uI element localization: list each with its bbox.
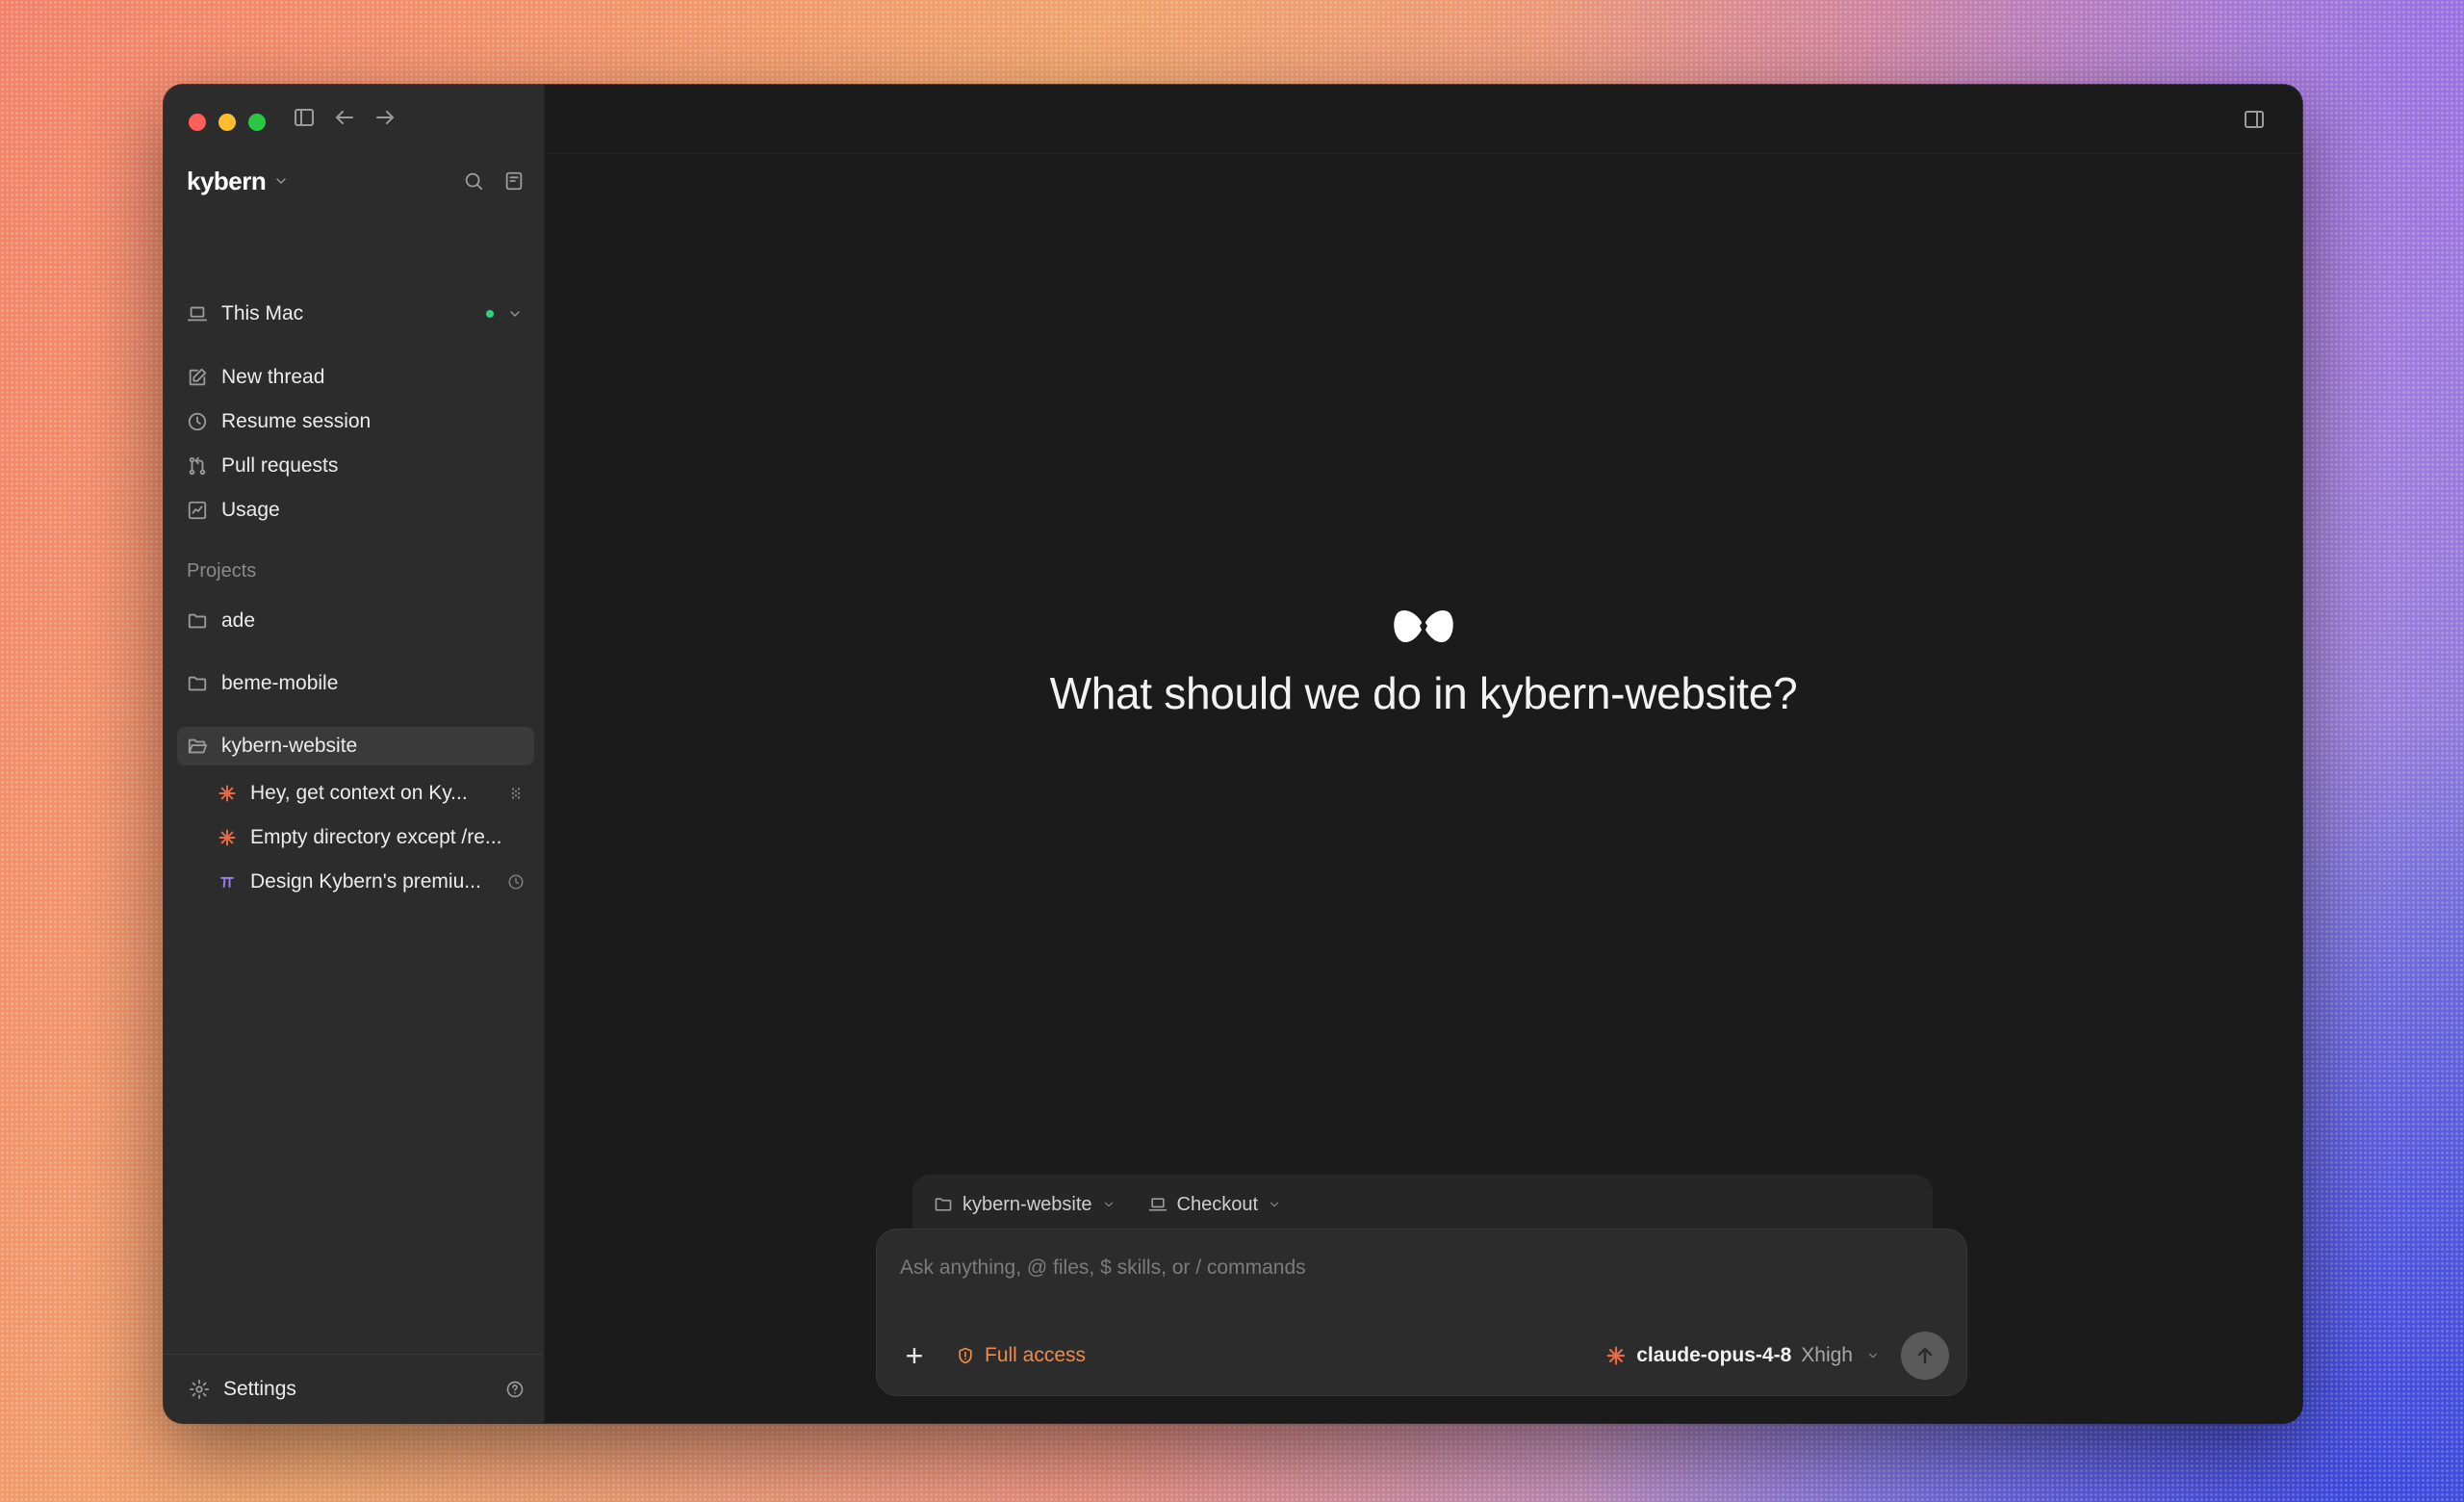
zoom-window-button[interactable] <box>248 114 266 131</box>
edit-icon <box>187 367 208 388</box>
nav-pull-requests[interactable]: Pull requests <box>187 444 523 488</box>
folder-icon <box>187 673 208 694</box>
workspace-switcher[interactable]: kybern <box>187 162 525 200</box>
chevron-down-icon <box>273 173 289 189</box>
settings-button[interactable]: Settings <box>164 1354 544 1423</box>
composer: + Full access claude-opus-4-8 Xhigh <box>876 1229 1967 1396</box>
search-icon[interactable] <box>463 170 484 192</box>
right-panel-toggle-icon[interactable] <box>2243 108 2266 131</box>
back-arrow-icon[interactable] <box>333 106 356 129</box>
gear-icon <box>189 1379 210 1400</box>
nav-label: Usage <box>221 499 280 521</box>
hero-title: What should we do in kybern-website? <box>1049 668 1798 718</box>
nav-label: Resume session <box>221 410 372 432</box>
main-panel: What should we do in kybern-website? kyb… <box>545 85 2302 1423</box>
kybern-logo-icon <box>1392 605 1455 652</box>
folder-icon <box>934 1195 953 1214</box>
folder-icon <box>187 610 208 632</box>
machine-selector[interactable]: This Mac <box>187 297 523 331</box>
project-selector-label: kybern-website <box>962 1193 1092 1215</box>
sidebar: kybern This Mac New thread Resume sessio… <box>164 85 545 1423</box>
model-name: claude-opus-4-8 <box>1636 1344 1792 1366</box>
model-selector[interactable]: claude-opus-4-8 Xhigh <box>1605 1344 1880 1367</box>
thread-item[interactable]: Empty directory except /re... <box>164 816 544 860</box>
machine-label: This Mac <box>221 302 304 324</box>
sidebar-toggle-icon[interactable] <box>293 106 316 129</box>
app-window: kybern This Mac New thread Resume sessio… <box>164 85 2302 1423</box>
primary-nav: New thread Resume session Pull requests … <box>187 355 523 532</box>
send-button[interactable] <box>1901 1332 1949 1380</box>
checkout-selector[interactable]: Checkout <box>1148 1194 1282 1216</box>
project-kybern-website[interactable]: kybern-website <box>177 727 534 765</box>
access-mode-button[interactable]: Full access <box>956 1344 1086 1367</box>
nav-usage[interactable]: Usage <box>187 488 523 532</box>
chevron-down-icon <box>507 306 523 322</box>
chart-icon <box>187 500 208 521</box>
context-bar: kybern-website Checkout <box>912 1175 1933 1234</box>
window-controls <box>189 114 266 131</box>
project-label: kybern-website <box>221 735 358 757</box>
model-effort-level: Xhigh <box>1801 1344 1853 1366</box>
toolbar <box>293 106 397 129</box>
chevron-down-icon <box>1102 1198 1116 1211</box>
drag-handle-icon[interactable] <box>498 785 525 802</box>
nav-label: New thread <box>221 366 325 388</box>
nav-new-thread[interactable]: New thread <box>187 355 523 400</box>
status-indicator <box>486 310 494 318</box>
minimize-window-button[interactable] <box>218 114 236 131</box>
thread-label: Empty directory except /re... <box>250 826 502 848</box>
claude-spark-icon <box>218 828 237 847</box>
add-attachment-button[interactable]: + <box>900 1338 929 1374</box>
composer-toolbar: + Full access claude-opus-4-8 Xhigh <box>900 1332 1949 1380</box>
laptop-icon <box>187 303 208 324</box>
help-icon[interactable] <box>505 1380 525 1399</box>
project-label: ade <box>221 609 256 632</box>
pull-request-icon <box>187 455 208 477</box>
close-window-button[interactable] <box>189 114 206 131</box>
clock-icon <box>498 873 525 891</box>
main-titlebar <box>545 85 2302 154</box>
laptop-icon <box>1148 1195 1168 1214</box>
nav-label: Pull requests <box>221 454 339 477</box>
checkout-selector-label: Checkout <box>1176 1193 1259 1215</box>
project-label: beme-mobile <box>221 672 339 694</box>
access-label: Full access <box>985 1344 1087 1366</box>
clock-icon <box>187 411 208 432</box>
project-ade[interactable]: ade <box>177 602 534 640</box>
pi-icon <box>218 872 237 892</box>
chevron-down-icon <box>1268 1198 1281 1211</box>
forward-arrow-icon[interactable] <box>373 106 397 129</box>
thread-list: Hey, get context on Ky... Empty director… <box>164 771 544 904</box>
claude-spark-icon <box>218 784 237 803</box>
folder-open-icon <box>187 736 208 757</box>
chevron-down-icon <box>1866 1349 1880 1362</box>
thread-item[interactable]: Hey, get context on Ky... <box>164 771 544 816</box>
settings-label: Settings <box>223 1377 296 1400</box>
claude-spark-icon <box>1605 1345 1627 1366</box>
thread-label: Hey, get context on Ky... <box>250 782 468 804</box>
prompt-input[interactable] <box>900 1249 1943 1287</box>
shield-alert-icon <box>956 1346 975 1365</box>
notes-icon[interactable] <box>503 170 525 192</box>
projects-heading: Projects <box>187 560 257 582</box>
nav-resume-session[interactable]: Resume session <box>187 400 523 444</box>
thread-item[interactable]: Design Kybern's premiu... <box>164 860 544 904</box>
thread-label: Design Kybern's premiu... <box>250 870 481 893</box>
brand-name: kybern <box>187 166 267 195</box>
project-beme-mobile[interactable]: beme-mobile <box>177 664 534 703</box>
project-selector[interactable]: kybern-website <box>934 1194 1116 1216</box>
empty-state: What should we do in kybern-website? <box>545 605 2302 719</box>
arrow-up-icon <box>1913 1344 1937 1367</box>
